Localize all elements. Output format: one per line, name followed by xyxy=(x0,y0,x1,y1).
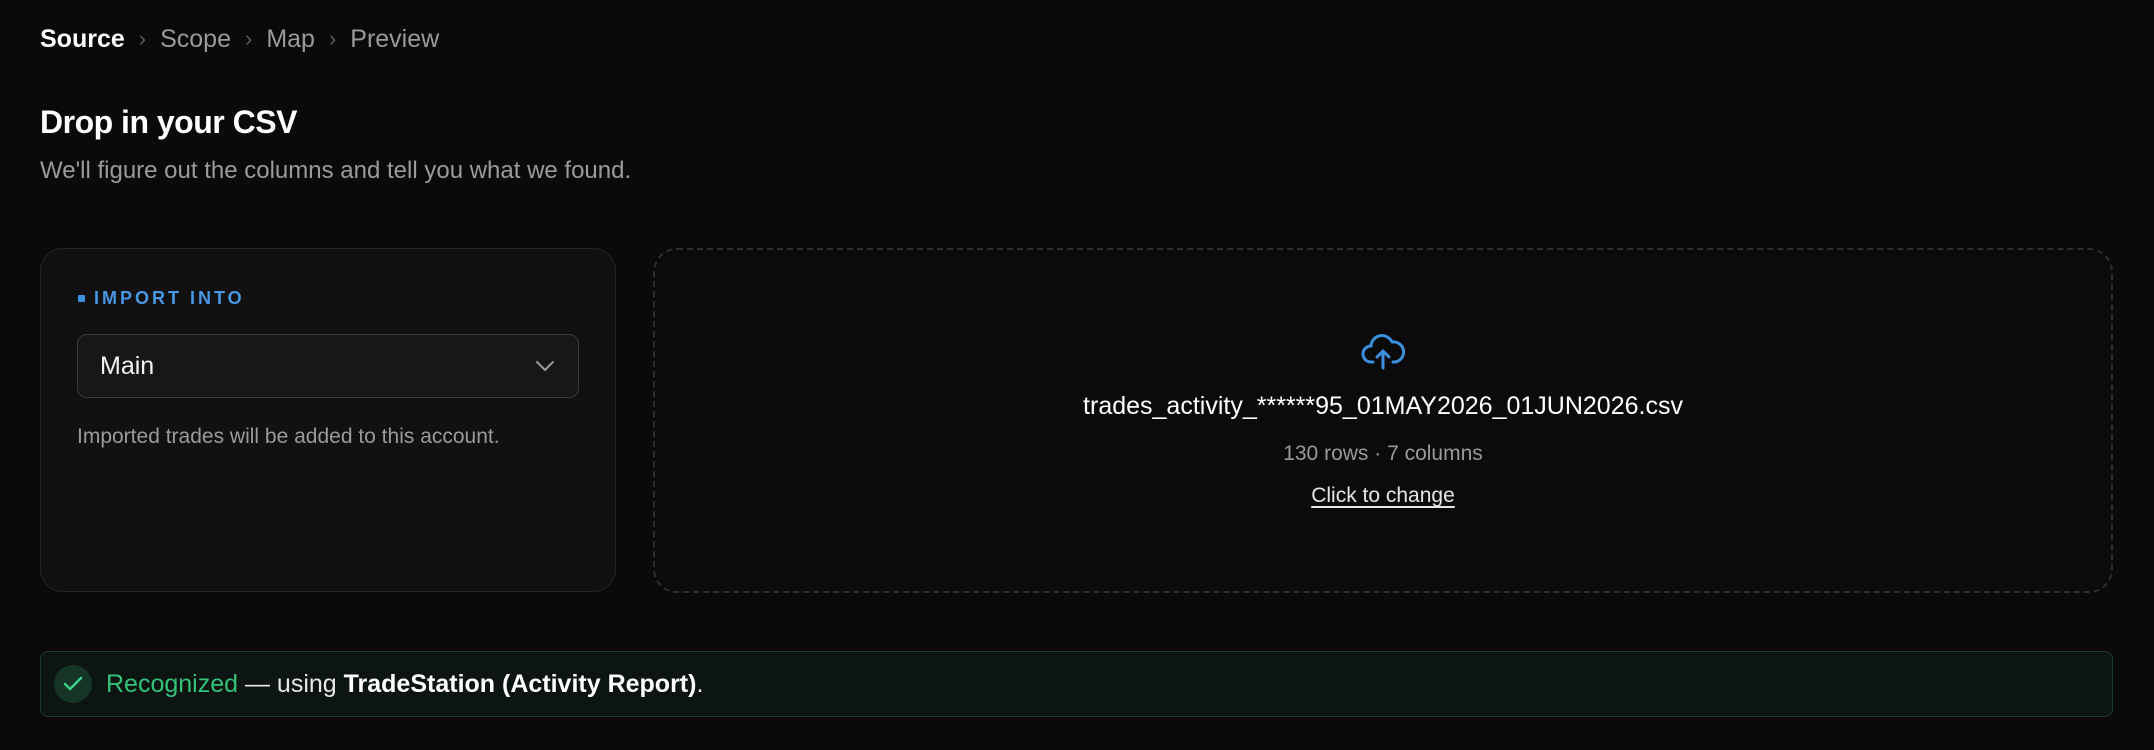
file-row-column-count: 130 rows · 7 columns xyxy=(1283,442,1483,465)
account-select-value: Main xyxy=(100,351,155,380)
chevron-down-icon xyxy=(534,355,556,377)
breadcrumb-separator: › xyxy=(244,26,253,51)
change-file-link-wrap: Click to change xyxy=(655,484,2111,508)
status-using-text: — using xyxy=(238,669,344,698)
change-file-link[interactable]: Click to change xyxy=(1311,484,1455,507)
breadcrumb-step-source[interactable]: Source xyxy=(40,22,125,56)
label-dot-icon xyxy=(78,295,85,302)
status-trailing: . xyxy=(696,669,704,698)
import-into-label-text: IMPORT INTO xyxy=(94,288,245,308)
check-icon xyxy=(54,665,92,703)
page-title: Drop in your CSV xyxy=(40,104,297,140)
csv-dropzone[interactable]: trades_activity_******95_01MAY2026_01JUN… xyxy=(653,248,2113,593)
breadcrumb-separator: › xyxy=(138,26,147,51)
uploaded-file-name: trades_activity_******95_01MAY2026_01JUN… xyxy=(1083,392,1683,420)
breadcrumb-step-scope[interactable]: Scope xyxy=(160,22,231,56)
breadcrumb-step-preview[interactable]: Preview xyxy=(350,22,439,56)
breadcrumb-step-map[interactable]: Map xyxy=(266,22,315,56)
import-into-label: IMPORT INTO xyxy=(78,288,245,309)
recognition-status-text: Recognized — using TradeStation (Activit… xyxy=(106,670,703,699)
cloud-upload-icon xyxy=(1361,332,1406,372)
account-select[interactable]: Main xyxy=(77,334,579,398)
detected-format-name: TradeStation (Activity Report) xyxy=(343,669,697,698)
account-help-text: Imported trades will be added to this ac… xyxy=(77,425,500,448)
recognition-status-bar: Recognized — using TradeStation (Activit… xyxy=(40,651,2113,717)
breadcrumb: Source › Scope › Map › Preview xyxy=(40,22,439,56)
import-wizard-page: Source › Scope › Map › Preview Drop in y… xyxy=(0,0,2154,750)
breadcrumb-separator: › xyxy=(328,26,337,51)
import-into-card: IMPORT INTO Main Imported trades will be… xyxy=(40,248,616,592)
page-subtitle: We'll figure out the columns and tell yo… xyxy=(40,157,632,184)
recognized-label: Recognized xyxy=(106,669,239,698)
